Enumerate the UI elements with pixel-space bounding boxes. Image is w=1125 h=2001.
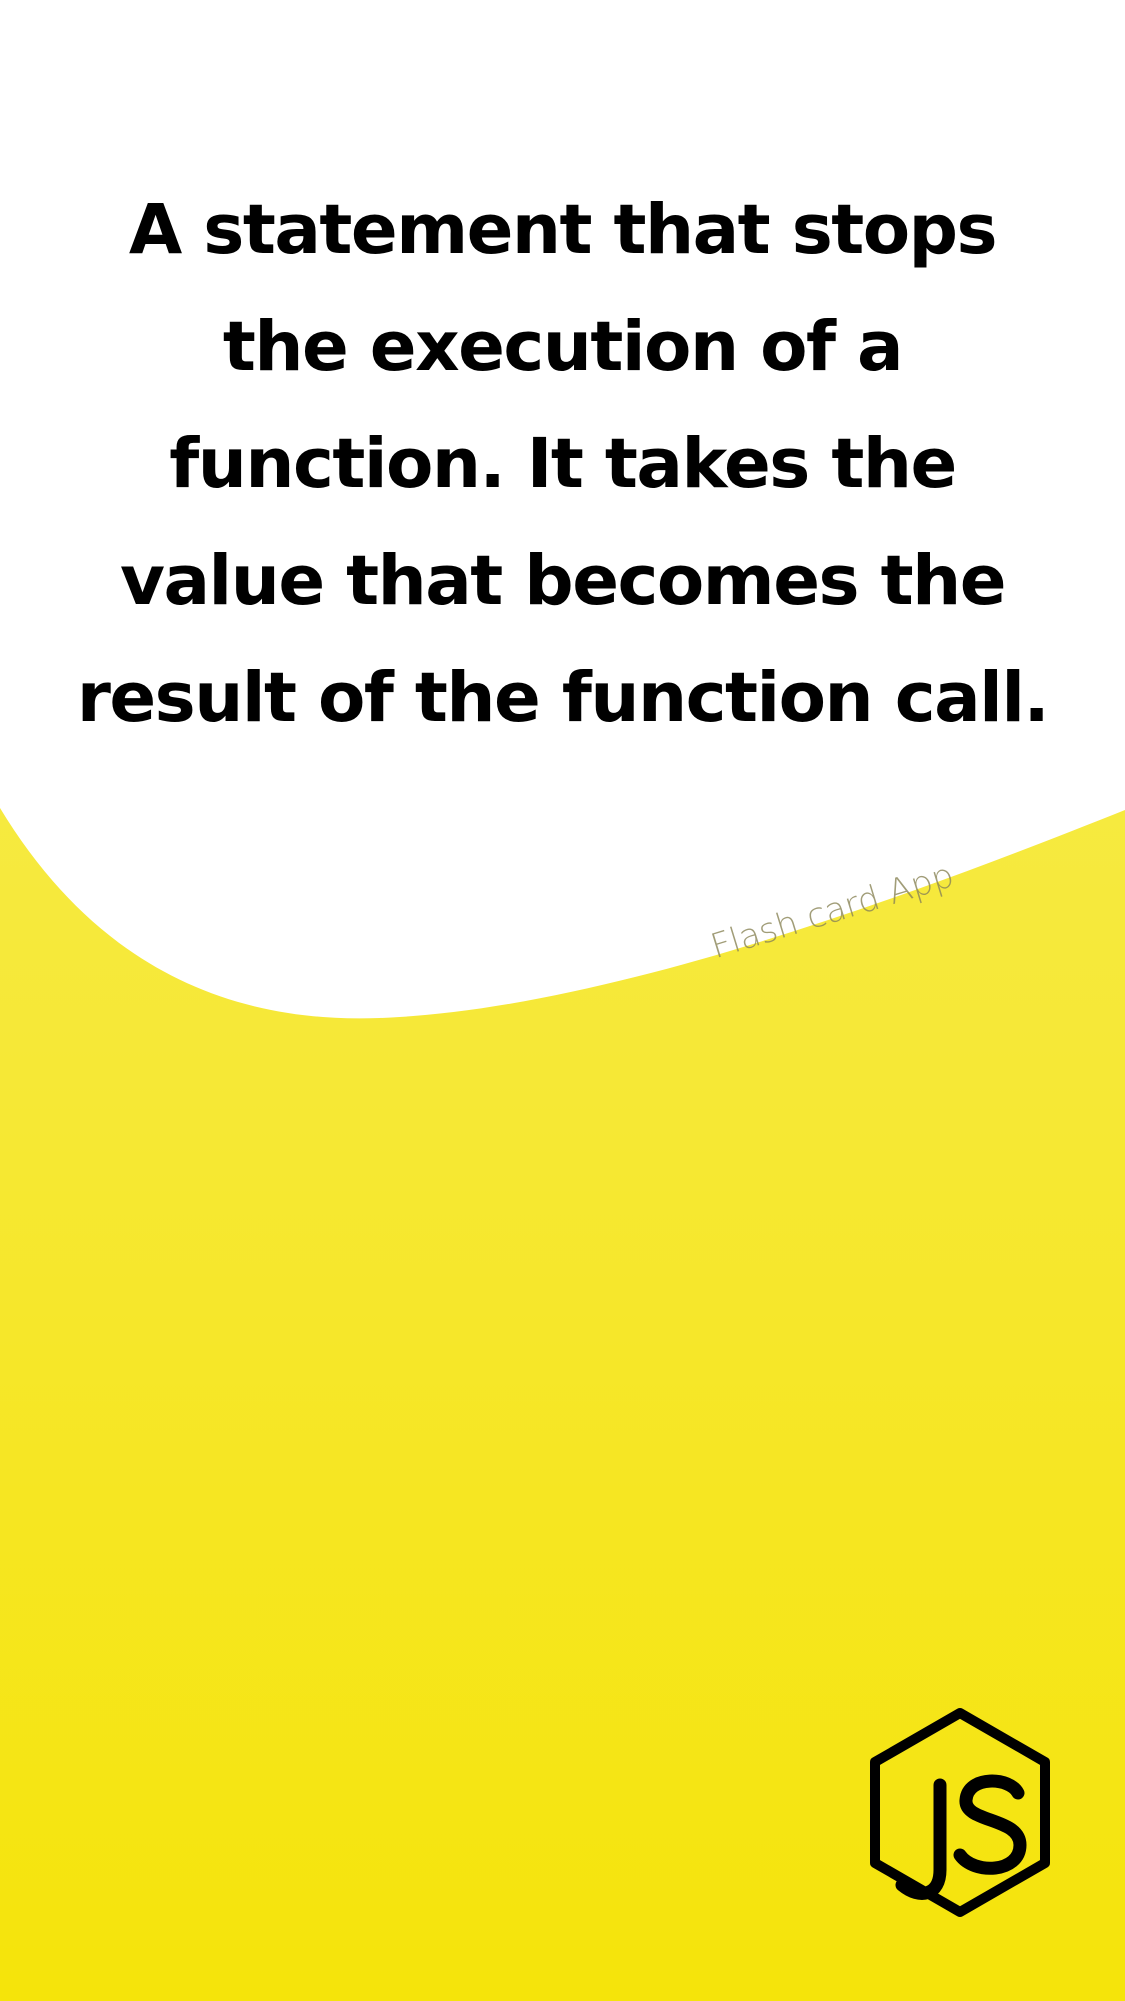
flash-card-definition: A statement that stops the execution of … <box>76 190 1050 738</box>
js-hexagon-icon: JS <box>860 1705 1050 1917</box>
logo-label: JS <box>860 1705 861 1706</box>
flash-card-screen[interactable]: A statement that stops the execution of … <box>0 0 1125 2001</box>
